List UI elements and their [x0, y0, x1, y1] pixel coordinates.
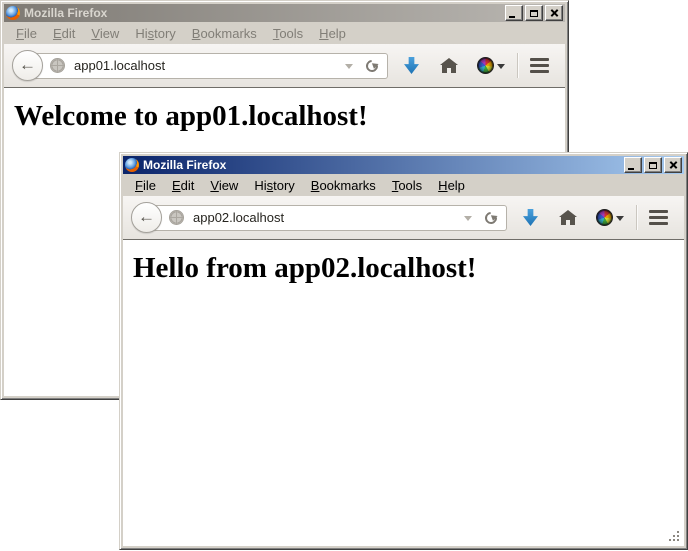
minimize-button[interactable] [624, 157, 642, 173]
back-button[interactable]: ← [12, 50, 43, 81]
maximize-icon [530, 10, 538, 17]
label-text: ookmarks [200, 26, 256, 41]
label-text: tory [273, 178, 295, 193]
menu-item-edit[interactable]: Edit [164, 178, 202, 193]
download-icon[interactable] [523, 209, 538, 226]
url-bar[interactable]: app02.localhost [146, 205, 507, 231]
home-icon[interactable] [440, 58, 458, 73]
navigation-toolbar: ← app01.localhost [4, 44, 565, 88]
maximize-button[interactable] [644, 157, 662, 173]
firefox-logo-icon [125, 158, 139, 172]
menu-item-view[interactable]: View [83, 26, 127, 41]
close-button[interactable] [545, 5, 563, 21]
label-text: ile [143, 178, 156, 193]
label-text: iew [219, 178, 239, 193]
label-text: Hi [135, 26, 147, 41]
menu-item-file[interactable]: File [127, 178, 164, 193]
urlbar-controls [345, 59, 378, 73]
url-text: app02.localhost [193, 210, 284, 225]
close-icon [550, 9, 559, 17]
back-icon: ← [19, 56, 36, 73]
minimize-button[interactable] [505, 5, 523, 21]
label-text: ools [279, 26, 303, 41]
label-text: V [210, 178, 218, 193]
menu-item-history[interactable]: History [246, 178, 302, 193]
page-content: Hello from app02.localhost! [123, 240, 684, 546]
toolbar-separator [636, 205, 637, 230]
page-heading: Hello from app02.localhost! [133, 252, 684, 285]
menu-item-history[interactable]: History [127, 26, 183, 41]
label-text: E [172, 178, 181, 193]
menu-item-tools[interactable]: Tools [384, 178, 430, 193]
label-text: ookmarks [319, 178, 375, 193]
titlebar[interactable]: Mozilla Firefox [123, 156, 684, 174]
label-text: V [91, 26, 99, 41]
label-text: elp [448, 178, 465, 193]
menu-item-view[interactable]: View [202, 178, 246, 193]
back-button[interactable]: ← [131, 202, 162, 233]
reload-icon[interactable] [483, 209, 500, 226]
menu-item-help[interactable]: Help [430, 178, 473, 193]
menubar: File Edit View History Bookmarks Tools H… [4, 22, 565, 44]
label-text: F [135, 178, 143, 193]
window-controls [505, 5, 563, 21]
menu-item-bookmarks[interactable]: Bookmarks [303, 178, 384, 193]
menu-item-file[interactable]: File [8, 26, 45, 41]
menu-item-bookmarks[interactable]: Bookmarks [184, 26, 265, 41]
addon-colorwheel-button[interactable] [596, 209, 624, 226]
label-text: ools [398, 178, 422, 193]
minimize-icon [628, 168, 634, 170]
label-text: E [53, 26, 62, 41]
menu-item-help[interactable]: Help [311, 26, 354, 41]
open-menu-button[interactable] [649, 210, 668, 225]
maximize-button[interactable] [525, 5, 543, 21]
browser-window-app02: Mozilla Firefox File Edit View History B… [119, 152, 688, 550]
urlbar-history-dropdown-icon[interactable] [345, 64, 353, 73]
site-identity-globe-icon[interactable] [50, 58, 65, 73]
home-icon[interactable] [559, 210, 577, 225]
label-text: iew [100, 26, 120, 41]
menu-item-edit[interactable]: Edit [45, 26, 83, 41]
resize-grip[interactable] [668, 530, 681, 543]
window-controls [624, 157, 682, 173]
urlbar-controls [464, 211, 497, 225]
label-text: F [16, 26, 24, 41]
back-icon: ← [138, 208, 155, 225]
close-icon [669, 161, 678, 169]
titlebar[interactable]: Mozilla Firefox [4, 4, 565, 22]
window-title: Mozilla Firefox [143, 158, 624, 172]
urlbar-history-dropdown-icon[interactable] [464, 216, 472, 225]
label-text: Hi [254, 178, 266, 193]
toolbar-separator [517, 53, 518, 78]
label-text: dit [62, 26, 76, 41]
download-icon[interactable] [404, 57, 419, 74]
close-button[interactable] [664, 157, 682, 173]
label-text: H [319, 26, 328, 41]
label-text: ile [24, 26, 37, 41]
label-text: elp [329, 26, 346, 41]
minimize-icon [509, 16, 515, 18]
url-bar[interactable]: app01.localhost [27, 53, 388, 79]
reload-icon[interactable] [364, 57, 381, 74]
colorwheel-icon [596, 209, 613, 226]
site-identity-globe-icon[interactable] [169, 210, 184, 225]
page-heading: Welcome to app01.localhost! [14, 100, 565, 133]
menu-item-tools[interactable]: Tools [265, 26, 311, 41]
open-menu-button[interactable] [530, 58, 549, 73]
window-title: Mozilla Firefox [24, 6, 505, 20]
chevron-down-icon [497, 64, 505, 73]
url-text: app01.localhost [74, 58, 165, 73]
menubar: File Edit View History Bookmarks Tools H… [123, 174, 684, 196]
colorwheel-icon [477, 57, 494, 74]
addon-colorwheel-button[interactable] [477, 57, 505, 74]
label-text: H [438, 178, 447, 193]
maximize-icon [649, 162, 657, 169]
chevron-down-icon [616, 216, 624, 225]
label-text: tory [154, 26, 176, 41]
label-text: dit [181, 178, 195, 193]
firefox-logo-icon [6, 6, 20, 20]
navigation-toolbar: ← app02.localhost [123, 196, 684, 240]
